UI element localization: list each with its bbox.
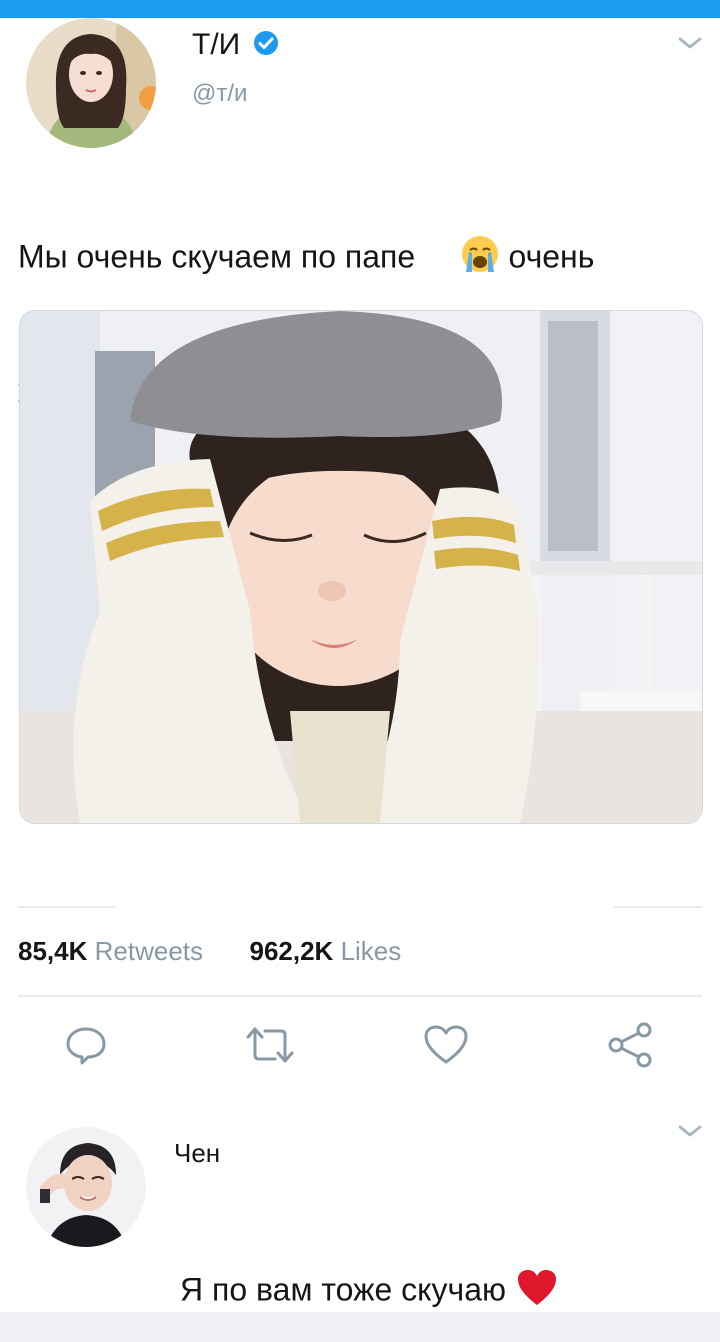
reply-text-content: Я по вам тоже скучаю [180,1271,515,1308]
crying-face-emoji [424,192,500,326]
author-avatar[interactable] [26,18,156,148]
retweet-icon [245,1023,295,1072]
tweet-stats: 85,4K Retweets 962,2K Likes [18,936,401,967]
retweet-button[interactable] [246,1022,294,1072]
reply-text: Я по вам тоже скучаю [180,1268,559,1316]
share-icon [606,1021,654,1074]
retweets-count: 85,4K [18,936,88,966]
status-bar [0,0,720,18]
heart-icon [423,1024,469,1071]
author-name[interactable]: Т/И [192,28,279,64]
reply-author-avatar[interactable] [26,1127,146,1247]
author-name-text: Т/И [192,28,241,61]
tweet-text-part1: Мы очень скучаем по папе [18,238,425,275]
divider-top [18,906,116,908]
author-handle[interactable]: @т/и [192,80,247,108]
reply-button[interactable] [62,1022,110,1072]
likes-stat[interactable]: 962,2K Likes [249,936,401,966]
reply-icon [64,1023,108,1072]
bottom-strip [0,1312,720,1342]
retweets-stat[interactable]: 85,4K Retweets [18,936,210,966]
likes-count: 962,2K [249,936,334,966]
red-heart-emoji [515,1268,559,1316]
divider-top-right [614,906,702,908]
retweets-label: Retweets [94,936,204,966]
chevron-down-icon[interactable] [676,34,704,57]
share-button[interactable] [606,1022,654,1072]
likes-label: Likes [340,936,402,966]
reply-chevron-down-icon[interactable] [676,1122,704,1145]
verified-badge-icon [253,30,279,64]
tweet-image[interactable] [19,310,703,824]
reply-author-name[interactable]: Чен [174,1138,220,1169]
like-button[interactable] [422,1022,470,1072]
divider-stats [18,995,702,997]
